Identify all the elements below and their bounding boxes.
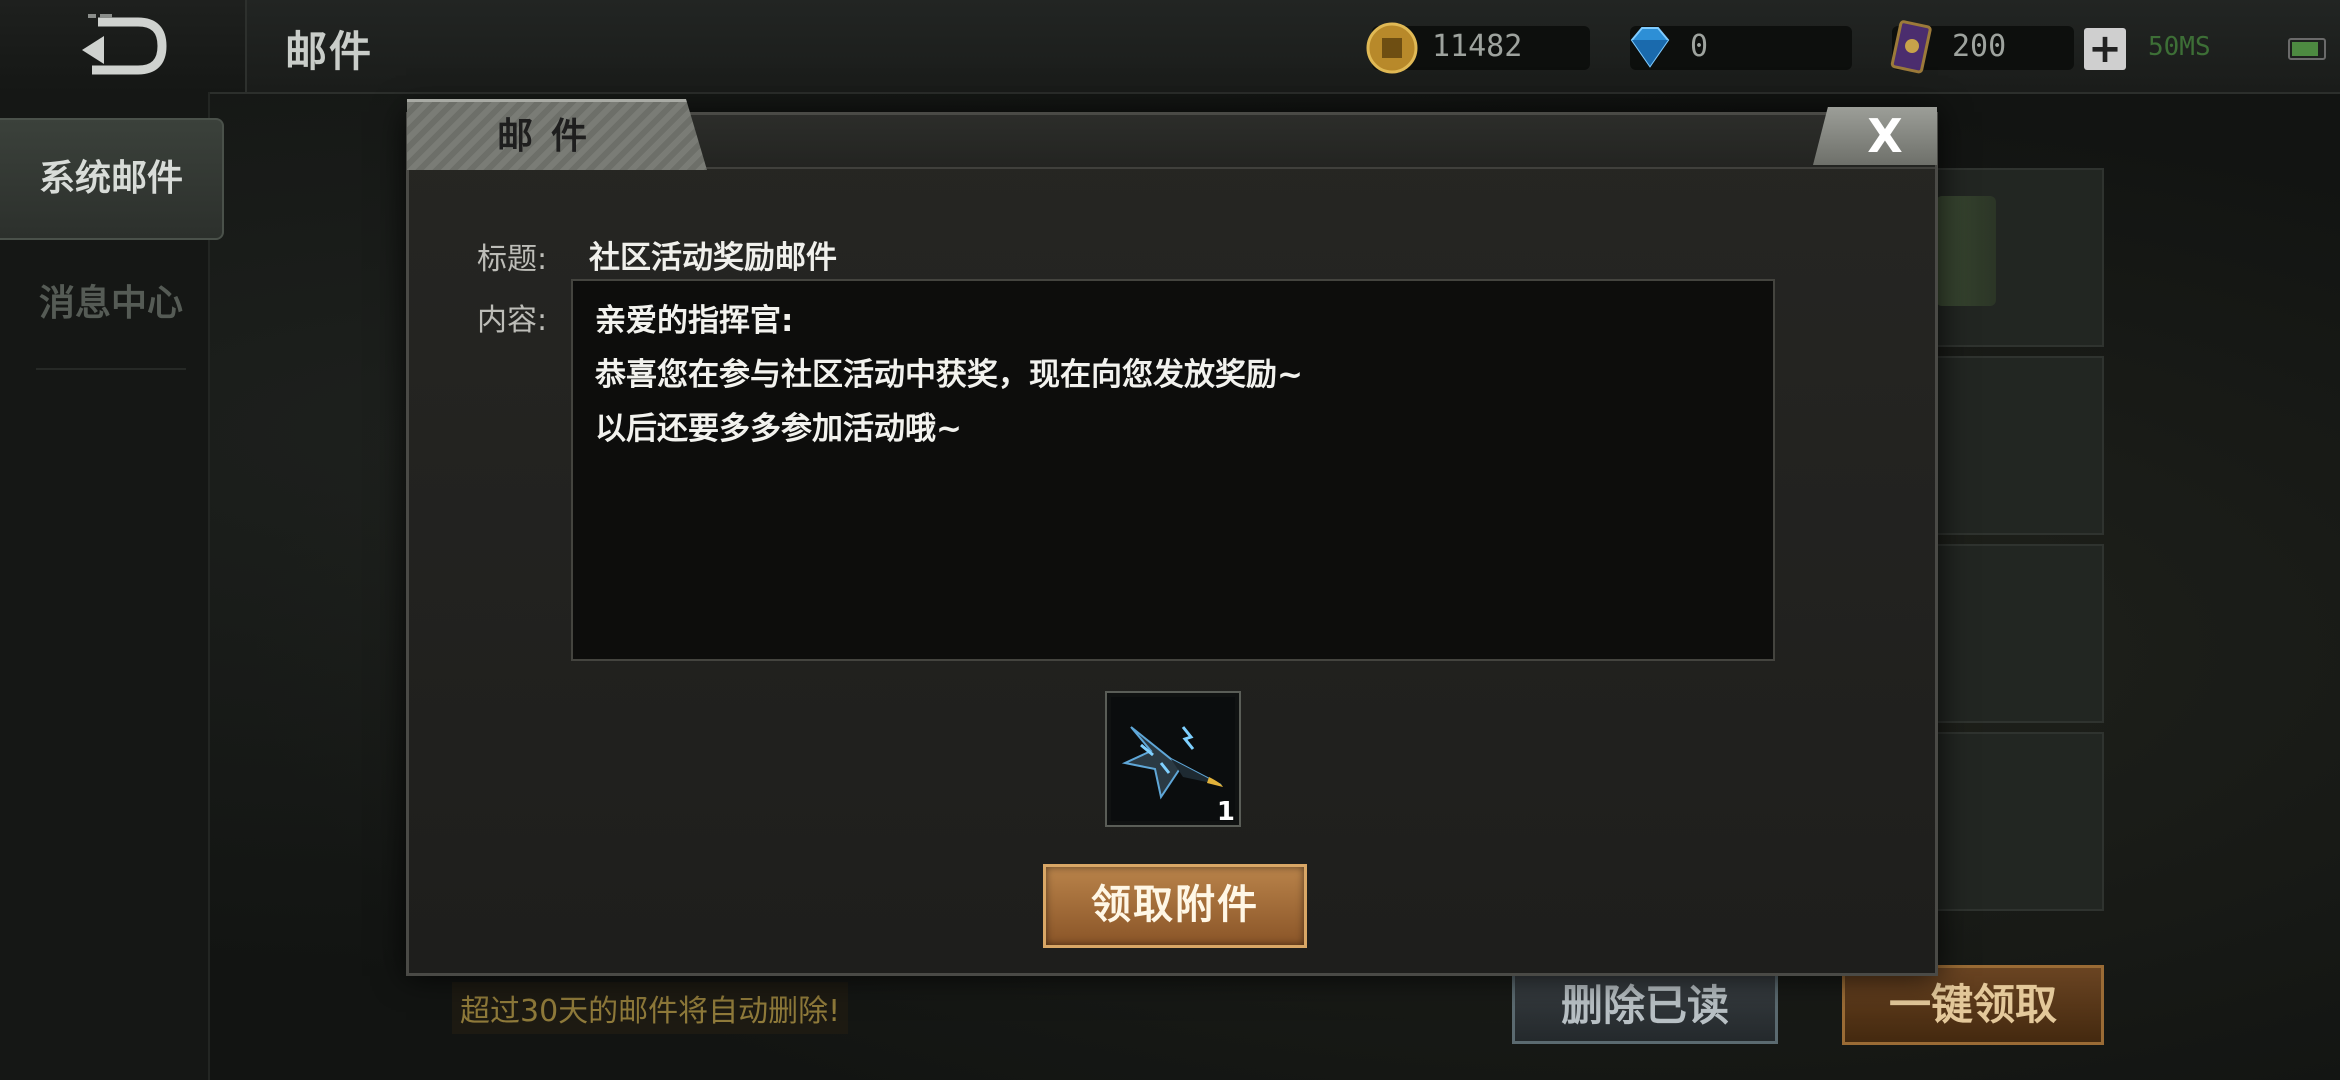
content-label: 内容: (477, 303, 548, 338)
sidebar-divider (36, 368, 186, 370)
attachment-item[interactable]: 1 (1105, 691, 1241, 827)
claim-all-button[interactable]: 一键领取 (1842, 965, 2104, 1045)
attachment-count: 1 (1216, 797, 1235, 827)
mail-dialog: 邮件 X 标题: 社区活动奖励邮件 内容: 亲爱的指挥官: 恭喜您在参与社区活动… (406, 99, 1938, 976)
claim-attachment-button[interactable]: 领取附件 (1043, 864, 1307, 948)
card-amount: 200 (1952, 29, 2007, 64)
card-ticket-icon (1890, 20, 1932, 74)
mail-list-item[interactable] (1935, 356, 2104, 535)
mail-subject: 社区活动奖励邮件 (589, 240, 837, 276)
content-line: 恭喜您在参与社区活动中获奖，现在向您发放奖励~ (595, 357, 1303, 393)
mail-content-box: 亲爱的指挥官: 恭喜您在参与社区活动中获奖，现在向您发放奖励~ 以后还要多多参加… (571, 279, 1775, 661)
content-line: 亲爱的指挥官: (595, 303, 794, 339)
page-title: 邮件 (285, 27, 374, 76)
close-button[interactable]: X (1813, 107, 1937, 165)
dialog-tab-label: 邮件 (497, 116, 606, 157)
gold-amount: 11482 (1432, 29, 1523, 64)
gold-coin-icon (1366, 22, 1418, 74)
battery-icon (2288, 38, 2326, 60)
back-button[interactable] (0, 0, 247, 92)
mail-list-item[interactable] (1935, 544, 2104, 723)
mail-list-item[interactable] (1935, 732, 2104, 911)
diamond-icon (1630, 27, 1670, 68)
diamond-amount: 0 (1690, 29, 1709, 64)
auto-delete-notice: 超过30天的邮件将自动删除! (452, 982, 849, 1034)
top-bar: 邮件 11482 0 200 + 50MS (0, 0, 2340, 94)
network-ping: 50MS (2148, 32, 2211, 62)
content-line: 以后还要多多参加活动哦~ (595, 411, 962, 447)
add-currency-button[interactable]: + (2084, 28, 2126, 70)
sidebar-item-system-mail[interactable]: 系统邮件 (0, 118, 224, 240)
subject-label: 标题: (477, 242, 548, 277)
card-resource: 200 (1890, 20, 2074, 74)
reward-chest-icon (1936, 196, 1996, 306)
diamond-resource: 0 (1630, 26, 1852, 70)
sidebar-item-message-center[interactable]: 消息中心 (0, 245, 222, 363)
gold-resource: 11482 (1366, 22, 1590, 74)
back-arrow-icon (82, 14, 167, 75)
sidebar (0, 92, 210, 1080)
delete-read-button[interactable]: 删除已读 (1512, 968, 1778, 1044)
